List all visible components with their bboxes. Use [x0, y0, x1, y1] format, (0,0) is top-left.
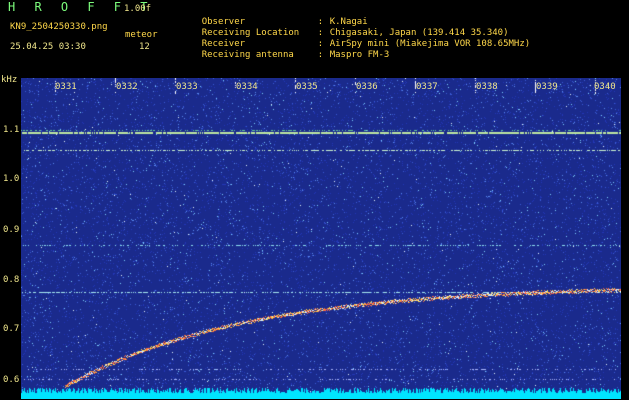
x-tick-label: 0333 — [176, 82, 198, 92]
file-name: KN9_2504250330.png — [10, 22, 108, 32]
x-tick-label: 0338 — [476, 82, 498, 92]
info-row-antenna: Receiving antenna: Maspro FM-3 — [201, 50, 390, 60]
x-tick-label: 0334 — [236, 82, 258, 92]
x-tick-label: 0331 — [55, 82, 77, 92]
y-tick-label: 1.0 — [3, 174, 20, 184]
info-key: Receiving antenna — [201, 50, 294, 60]
x-tick-label: 0336 — [356, 82, 378, 92]
y-tick-label: 0.6 — [3, 375, 20, 385]
hroft-spectrogram-screen: H R O F F T 1.00f KN9_2504250330.png met… — [0, 0, 629, 400]
meteor-count-label: meteor — [125, 30, 158, 40]
y-tick-label: 0.9 — [3, 225, 20, 235]
info-value: Maspro FM-3 — [329, 50, 390, 60]
meteor-count-value: 12 — [139, 42, 150, 52]
version-label: 1.00f — [124, 4, 152, 14]
y-tick-label: 0.8 — [3, 275, 20, 285]
x-tick-label: 0339 — [536, 82, 558, 92]
y-tick-label: 0.7 — [3, 324, 20, 334]
y-axis-unit: kHz — [1, 75, 18, 85]
spectrogram-canvas — [21, 78, 621, 399]
y-tick-label: 1.1 — [3, 125, 20, 135]
capture-datetime: 25.04.25 03:30 — [10, 42, 86, 52]
x-tick-label: 0335 — [296, 82, 318, 92]
x-tick-label: 0337 — [416, 82, 438, 92]
x-tick-label: 0340 — [594, 82, 616, 92]
x-tick-label: 0332 — [116, 82, 138, 92]
